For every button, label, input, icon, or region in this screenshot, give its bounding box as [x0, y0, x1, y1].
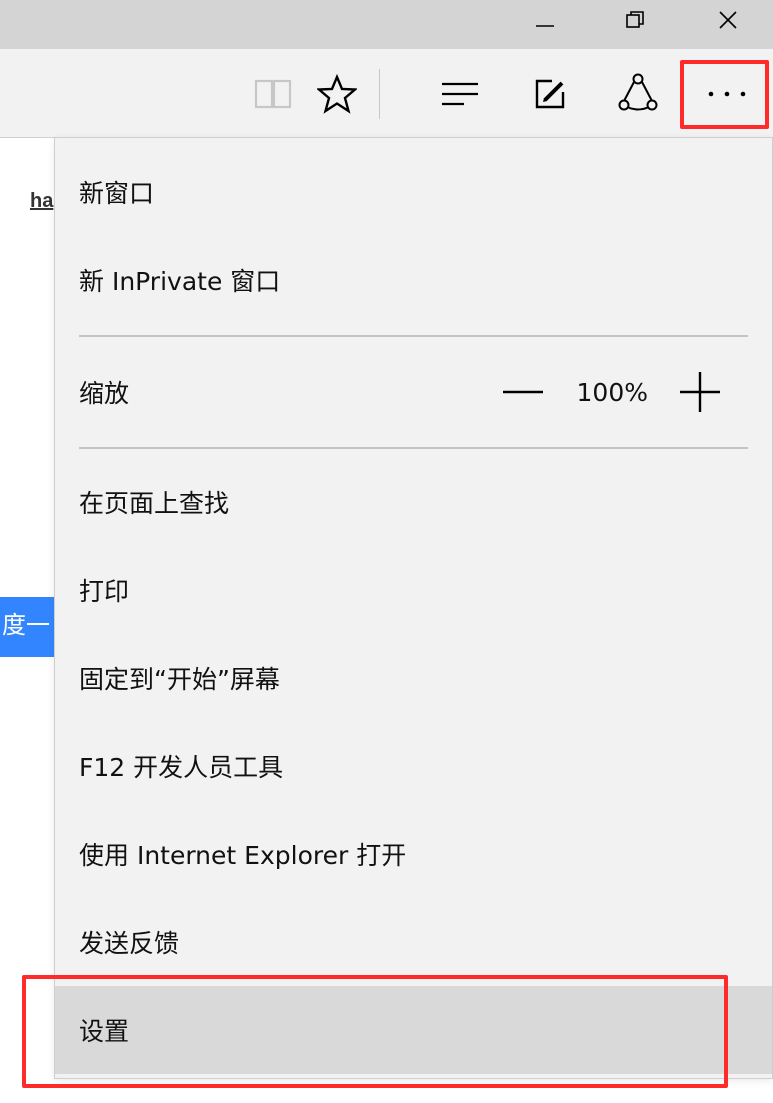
reading-view-icon — [254, 79, 292, 109]
minimize-icon — [536, 25, 554, 27]
zoom-controls: 100% — [499, 348, 724, 436]
more-button-highlight — [680, 60, 769, 129]
page-search-button[interactable]: 度一 — [0, 597, 54, 657]
menu-item-open-with-ie[interactable]: 使用 Internet Explorer 打开 — [55, 810, 772, 898]
menu-item-label: 使用 Internet Explorer 打开 — [79, 841, 407, 870]
menu-item-label: 打印 — [79, 577, 130, 606]
reading-view-button[interactable] — [248, 71, 298, 117]
web-note-button[interactable] — [522, 69, 578, 119]
menu-item-label: F12 开发人员工具 — [79, 753, 284, 782]
restore-icon — [626, 11, 644, 28]
page-link[interactable]: ha — [30, 190, 54, 213]
menu-item-zoom: 缩放 100% — [55, 348, 772, 436]
menu-item-print[interactable]: 打印 — [55, 546, 772, 634]
toolbar-separator — [379, 69, 380, 119]
menu-item-new-window[interactable]: 新窗口 — [55, 148, 772, 236]
close-icon — [719, 11, 737, 29]
minus-icon — [502, 390, 543, 394]
favorite-button[interactable] — [312, 69, 362, 119]
settings-highlight — [22, 975, 728, 1088]
hub-button[interactable] — [432, 69, 488, 119]
menu-item-send-feedback[interactable]: 发送反馈 — [55, 898, 772, 986]
share-icon — [618, 73, 658, 111]
menu-item-label: 新 InPrivate 窗口 — [79, 267, 281, 296]
share-button[interactable] — [610, 67, 666, 119]
favorite-star-icon — [317, 74, 357, 114]
zoom-label: 缩放 — [79, 379, 130, 408]
menu-item-label: 固定到“开始”屏幕 — [79, 665, 280, 694]
zoom-value: 100% — [576, 377, 648, 407]
browser-toolbar — [0, 49, 773, 138]
menu-item-label: 在页面上查找 — [79, 489, 230, 518]
more-actions-menu: 新窗口 新 InPrivate 窗口 缩放 100% 在页面上查找 打印 固定到… — [54, 137, 773, 1079]
menu-item-find-on-page[interactable]: 在页面上查找 — [55, 458, 772, 546]
menu-divider — [79, 447, 748, 449]
menu-item-new-inprivate-window[interactable]: 新 InPrivate 窗口 — [55, 236, 772, 324]
plus-icon — [680, 372, 720, 412]
close-button[interactable] — [698, 0, 758, 40]
menu-item-f12-developer-tools[interactable]: F12 开发人员工具 — [55, 722, 772, 810]
menu-item-pin-to-start[interactable]: 固定到“开始”屏幕 — [55, 634, 772, 722]
web-note-icon — [535, 79, 565, 109]
menu-item-label: 新窗口 — [79, 179, 155, 208]
title-bar — [0, 0, 773, 49]
hub-icon — [442, 82, 478, 106]
menu-divider — [79, 335, 748, 337]
zoom-in-button[interactable] — [676, 368, 724, 416]
menu-item-label: 发送反馈 — [79, 929, 180, 958]
restore-button[interactable] — [605, 0, 665, 40]
minimize-button[interactable] — [515, 0, 575, 40]
zoom-out-button[interactable] — [499, 368, 547, 416]
